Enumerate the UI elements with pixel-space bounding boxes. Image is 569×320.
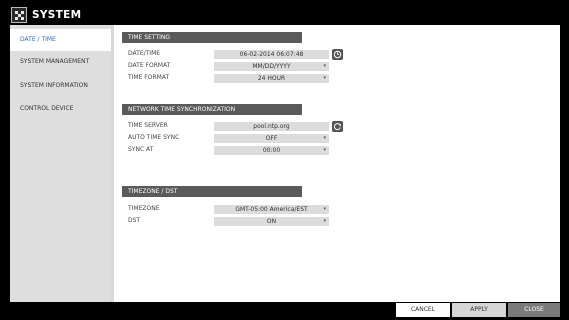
time-server-label: TIME SERVER <box>128 122 168 129</box>
time-format-label: TIME FORMAT <box>128 74 170 81</box>
apply-button[interactable]: APPLY <box>452 303 506 317</box>
time-setting-header: TIME SETTING <box>122 32 302 43</box>
chevron-down-icon: ▾ <box>323 63 326 69</box>
date-format-label: DATE FORMAT <box>128 62 171 69</box>
chevron-down-icon: ▾ <box>323 206 326 212</box>
dst-label: DST <box>128 217 141 224</box>
sidebar-item-system-management[interactable]: SYSTEM MANAGEMENT <box>10 51 111 73</box>
sync-at-dropdown[interactable]: 00:00 ▾ <box>214 146 329 155</box>
date-format-dropdown[interactable]: MM/DD/YYYY ▾ <box>214 62 329 71</box>
main-frame: DATE / TIME SYSTEM MANAGEMENT SYSTEM INF… <box>10 25 560 302</box>
timezone-dropdown[interactable]: GMT-05:00 America/EST ▾ <box>214 205 329 214</box>
bottom-button-bar: CANCEL APPLY CLOSE <box>10 302 560 317</box>
auto-time-sync-value: OFF <box>265 135 278 142</box>
title-bar: SYSTEM <box>10 5 560 25</box>
dst-value: ON <box>266 218 277 225</box>
time-server-value: pool.ntp.org <box>253 123 290 130</box>
date-time-value: 06-02-2014 06:07:48 <box>239 51 304 58</box>
content-panel: TIME SETTING DATE/TIME 06-02-2014 06:07:… <box>114 25 560 302</box>
chevron-down-icon: ▾ <box>323 75 326 81</box>
timezone-value: GMT-05:00 America/EST <box>235 206 308 213</box>
timezone-header: TIMEZONE / DST <box>122 186 302 197</box>
cancel-button[interactable]: CANCEL <box>396 303 450 317</box>
ntp-header: NETWORK TIME SYNCHRONIZATION <box>122 104 302 115</box>
date-time-field[interactable]: 06-02-2014 06:07:48 <box>214 50 329 59</box>
sync-at-label: SYNC AT <box>128 146 154 153</box>
auto-time-sync-dropdown[interactable]: OFF ▾ <box>214 134 329 143</box>
chevron-down-icon: ▾ <box>323 135 326 141</box>
timezone-label: TIMEZONE <box>128 205 160 212</box>
dst-dropdown[interactable]: ON ▾ <box>214 217 329 226</box>
window-title: SYSTEM <box>32 9 82 21</box>
time-format-dropdown[interactable]: 24 HOUR ▾ <box>214 74 329 83</box>
sync-at-value: 00:00 <box>262 147 281 154</box>
sidebar-item-system-information[interactable]: SYSTEM INFORMATION <box>10 75 111 97</box>
calendar-edit-icon[interactable] <box>332 49 343 60</box>
chevron-down-icon: ▾ <box>323 147 326 153</box>
sidebar-item-control-device[interactable]: CONTROL DEVICE <box>10 98 111 120</box>
date-time-label: DATE/TIME <box>128 50 161 57</box>
auto-time-sync-label: AUTO TIME SYNC <box>128 134 180 141</box>
date-format-value: MM/DD/YYYY <box>252 63 291 70</box>
time-server-field[interactable]: pool.ntp.org <box>214 122 329 131</box>
sidebar: DATE / TIME SYSTEM MANAGEMENT SYSTEM INF… <box>10 25 111 302</box>
close-button[interactable]: CLOSE <box>508 303 560 317</box>
chevron-down-icon: ▾ <box>323 218 326 224</box>
refresh-icon[interactable] <box>332 121 343 132</box>
time-format-value: 24 HOUR <box>257 75 286 82</box>
sidebar-item-date-time[interactable]: DATE / TIME <box>10 29 111 51</box>
system-gear-icon <box>11 7 27 23</box>
